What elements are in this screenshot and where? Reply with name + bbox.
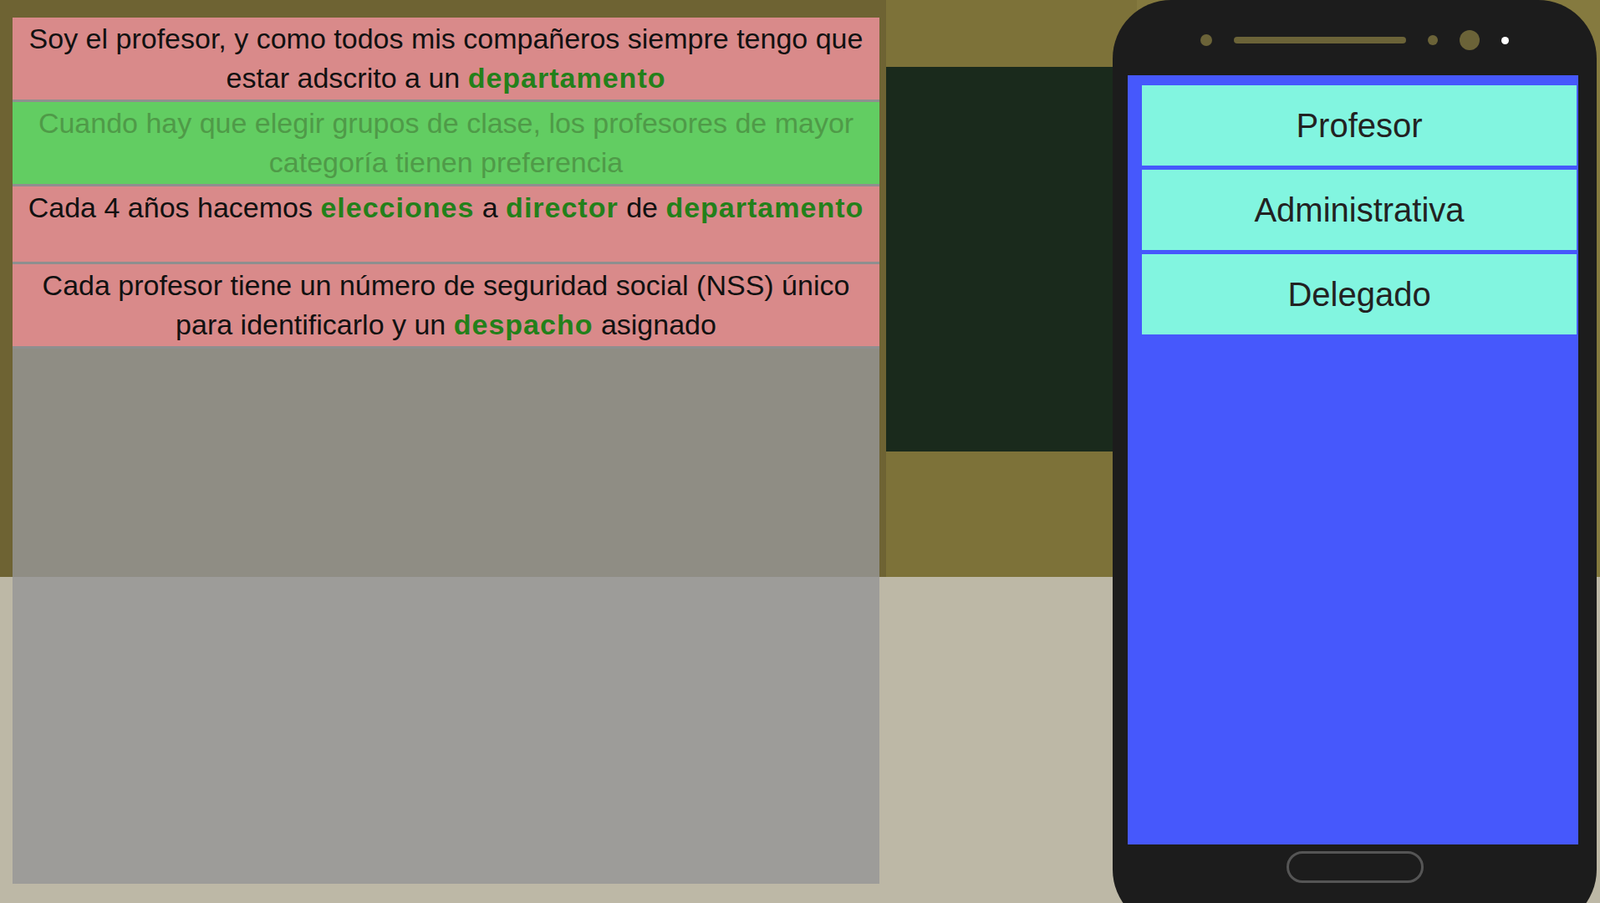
- keyword: director: [505, 191, 619, 224]
- statement-text: Soy el profesor, y como todos mis compañ…: [29, 22, 864, 94]
- keyword: despacho: [453, 308, 594, 341]
- sensor-icon: [1200, 34, 1213, 46]
- statement-text: Cada 4 años hacemos: [28, 191, 322, 224]
- blackboard: [886, 66, 1137, 452]
- option-button[interactable]: Delegado: [1141, 254, 1577, 335]
- statement-card[interactable]: Cada 4 años hacemos elecciones a directo…: [12, 186, 880, 265]
- statement-card[interactable]: Soy el profesor, y como todos mis compañ…: [12, 17, 880, 102]
- statement-text: Cuando hay que elegir grupos de clase, l…: [38, 107, 854, 179]
- phone: ProfesorAdministrativaDelegado: [1112, 0, 1597, 903]
- keyword: departamento: [468, 61, 667, 94]
- statement-text: asignado: [592, 308, 716, 341]
- statement-card[interactable]: Cuando hay que elegir grupos de clase, l…: [12, 101, 880, 187]
- game-screen: Soy el profesor, y como todos mis compañ…: [0, 0, 1600, 903]
- speaker-icon: [1233, 36, 1407, 44]
- statements-panel: Soy el profesor, y como todos mis compañ…: [12, 17, 880, 884]
- statement-card[interactable]: Cada profesor tiene un número de segurid…: [12, 264, 880, 349]
- home-button[interactable]: [1286, 850, 1424, 883]
- keyword: elecciones: [320, 191, 474, 224]
- sensor-icon: [1427, 35, 1438, 46]
- option-button[interactable]: Profesor: [1141, 85, 1577, 166]
- statement-text: a: [473, 191, 506, 224]
- camera-icon: [1459, 30, 1480, 51]
- option-button[interactable]: Administrativa: [1141, 169, 1577, 250]
- phone-top: [1112, 0, 1597, 76]
- light-icon: [1501, 36, 1509, 45]
- phone-screen: ProfesorAdministrativaDelegado: [1127, 75, 1579, 845]
- statement-text: Cada profesor tiene un número de segurid…: [42, 269, 851, 341]
- keyword: departamento: [665, 191, 864, 224]
- statement-text: de: [618, 191, 667, 224]
